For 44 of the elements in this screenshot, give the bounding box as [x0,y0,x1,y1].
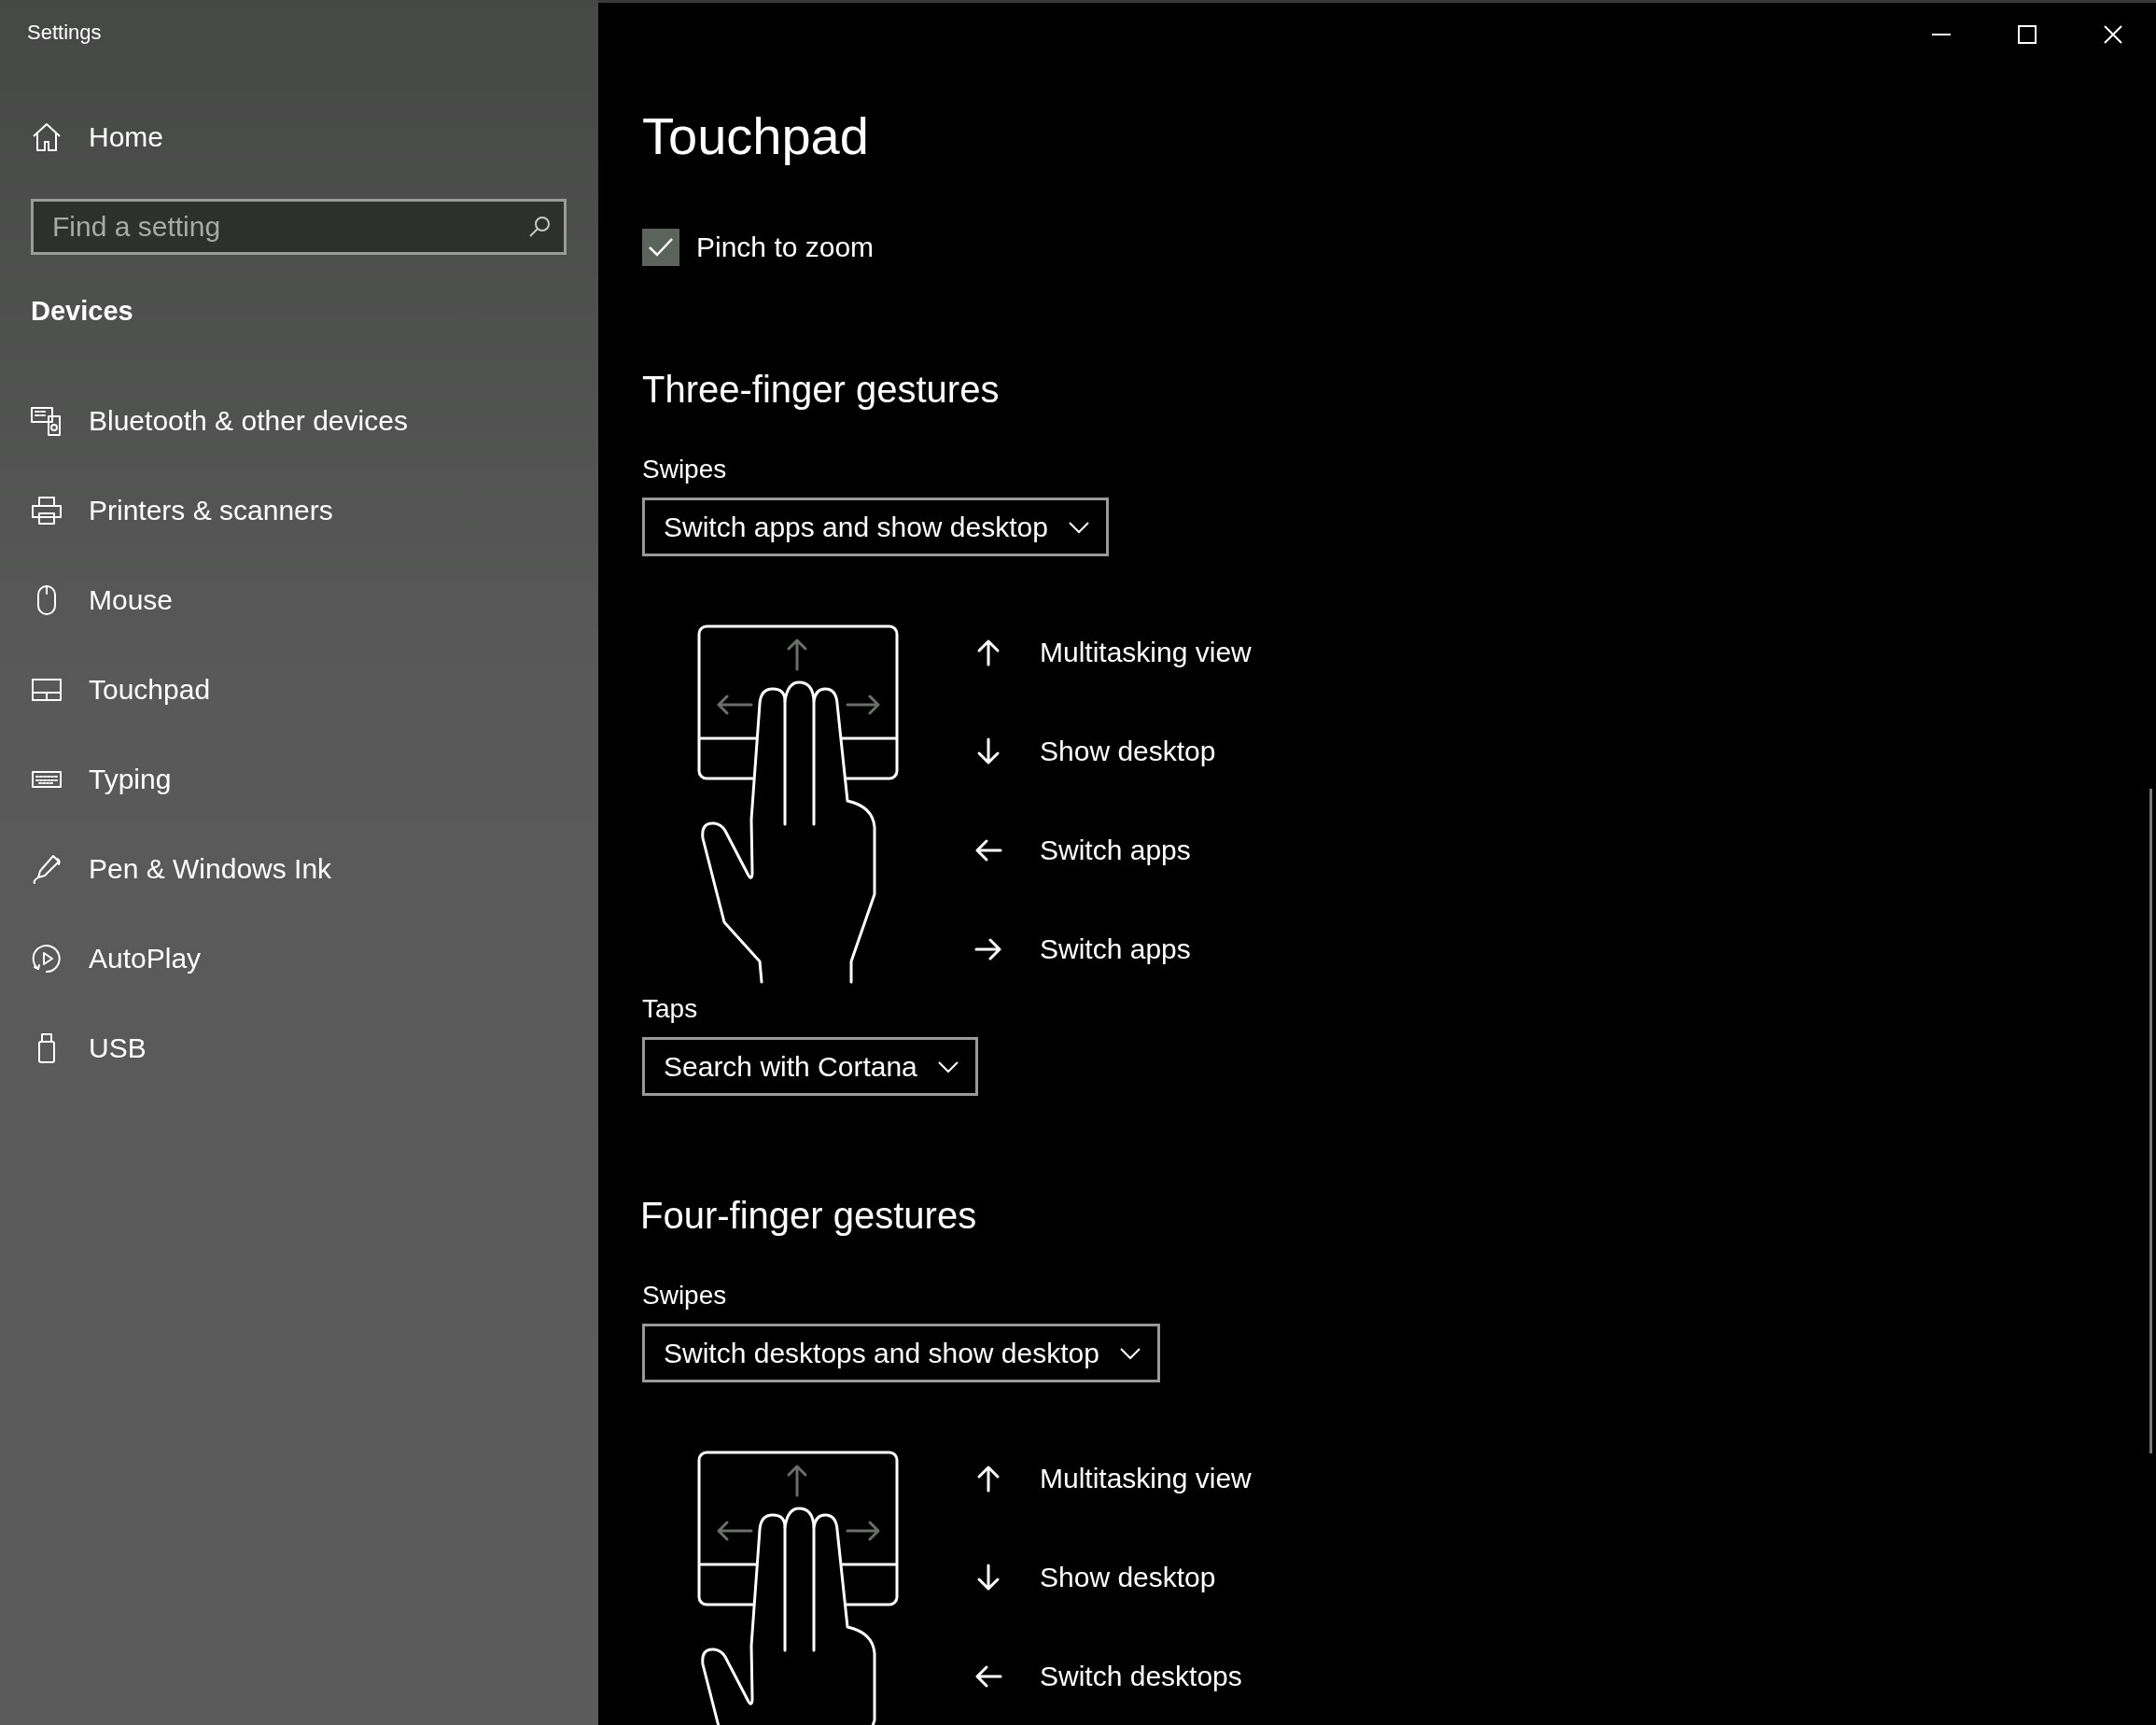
field-label: Swipes [642,454,727,485]
printer-icon [31,495,63,526]
chevron-down-icon [1068,520,1089,534]
nav-item[interactable]: Printers & scanners [0,466,598,555]
window-title: Settings [27,21,102,45]
chevron-down-icon [937,1059,959,1073]
maximize-icon [2018,25,2037,44]
taps-dropdown[interactable]: Search with Cortana [642,1037,978,1096]
gesture-label: Multitasking view [1040,637,1252,668]
chevron-down-icon [1119,1346,1141,1360]
checkmark-icon [648,237,674,258]
gesture-label: Show desktop [1040,1562,1216,1593]
nav-item[interactable]: USB [0,1003,598,1093]
swipes-dropdown[interactable]: Switch apps and show desktop [642,498,1109,556]
nav-item[interactable]: Pen & Windows Ink [0,824,598,914]
checkbox[interactable] [642,229,679,266]
field-label: Taps [642,993,698,1025]
autoplay-icon [31,943,63,975]
gesture-label: Switch apps [1040,933,1191,965]
gesture-label: Switch apps [1040,834,1191,866]
field-label: Swipes [642,1280,727,1311]
home-link[interactable]: Home [0,111,598,163]
page-title: Touchpad [642,105,869,167]
gesture-label: Multitasking view [1040,1463,1252,1494]
nav-item[interactable]: Typing [0,735,598,824]
devices-icon [31,405,63,437]
minimize-icon [1932,34,1951,35]
gesture-label: Switch desktops [1040,1661,1242,1692]
section-heading: Three-finger gestures [642,368,1000,412]
nav-item[interactable]: AutoPlay [0,914,598,1003]
swipes-dropdown[interactable]: Switch desktops and show desktop [642,1324,1160,1382]
nav-item[interactable]: Mouse [0,555,598,645]
search-field[interactable]: Find a setting [31,199,567,255]
section-label: Devices [31,296,133,327]
gesture-label: Show desktop [1040,736,1216,767]
nav-item[interactable]: Touchpad [0,645,598,735]
close-icon [2104,25,2122,44]
pen-icon [31,853,63,885]
nav-item[interactable]: Bluetooth & other devices [0,376,598,466]
home-icon [31,121,63,153]
scrollbar[interactable] [2149,789,2152,1453]
search-icon [527,215,552,239]
section-heading: Four-finger gestures [640,1194,977,1238]
checkbox-label: Pinch to zoom [696,231,875,263]
